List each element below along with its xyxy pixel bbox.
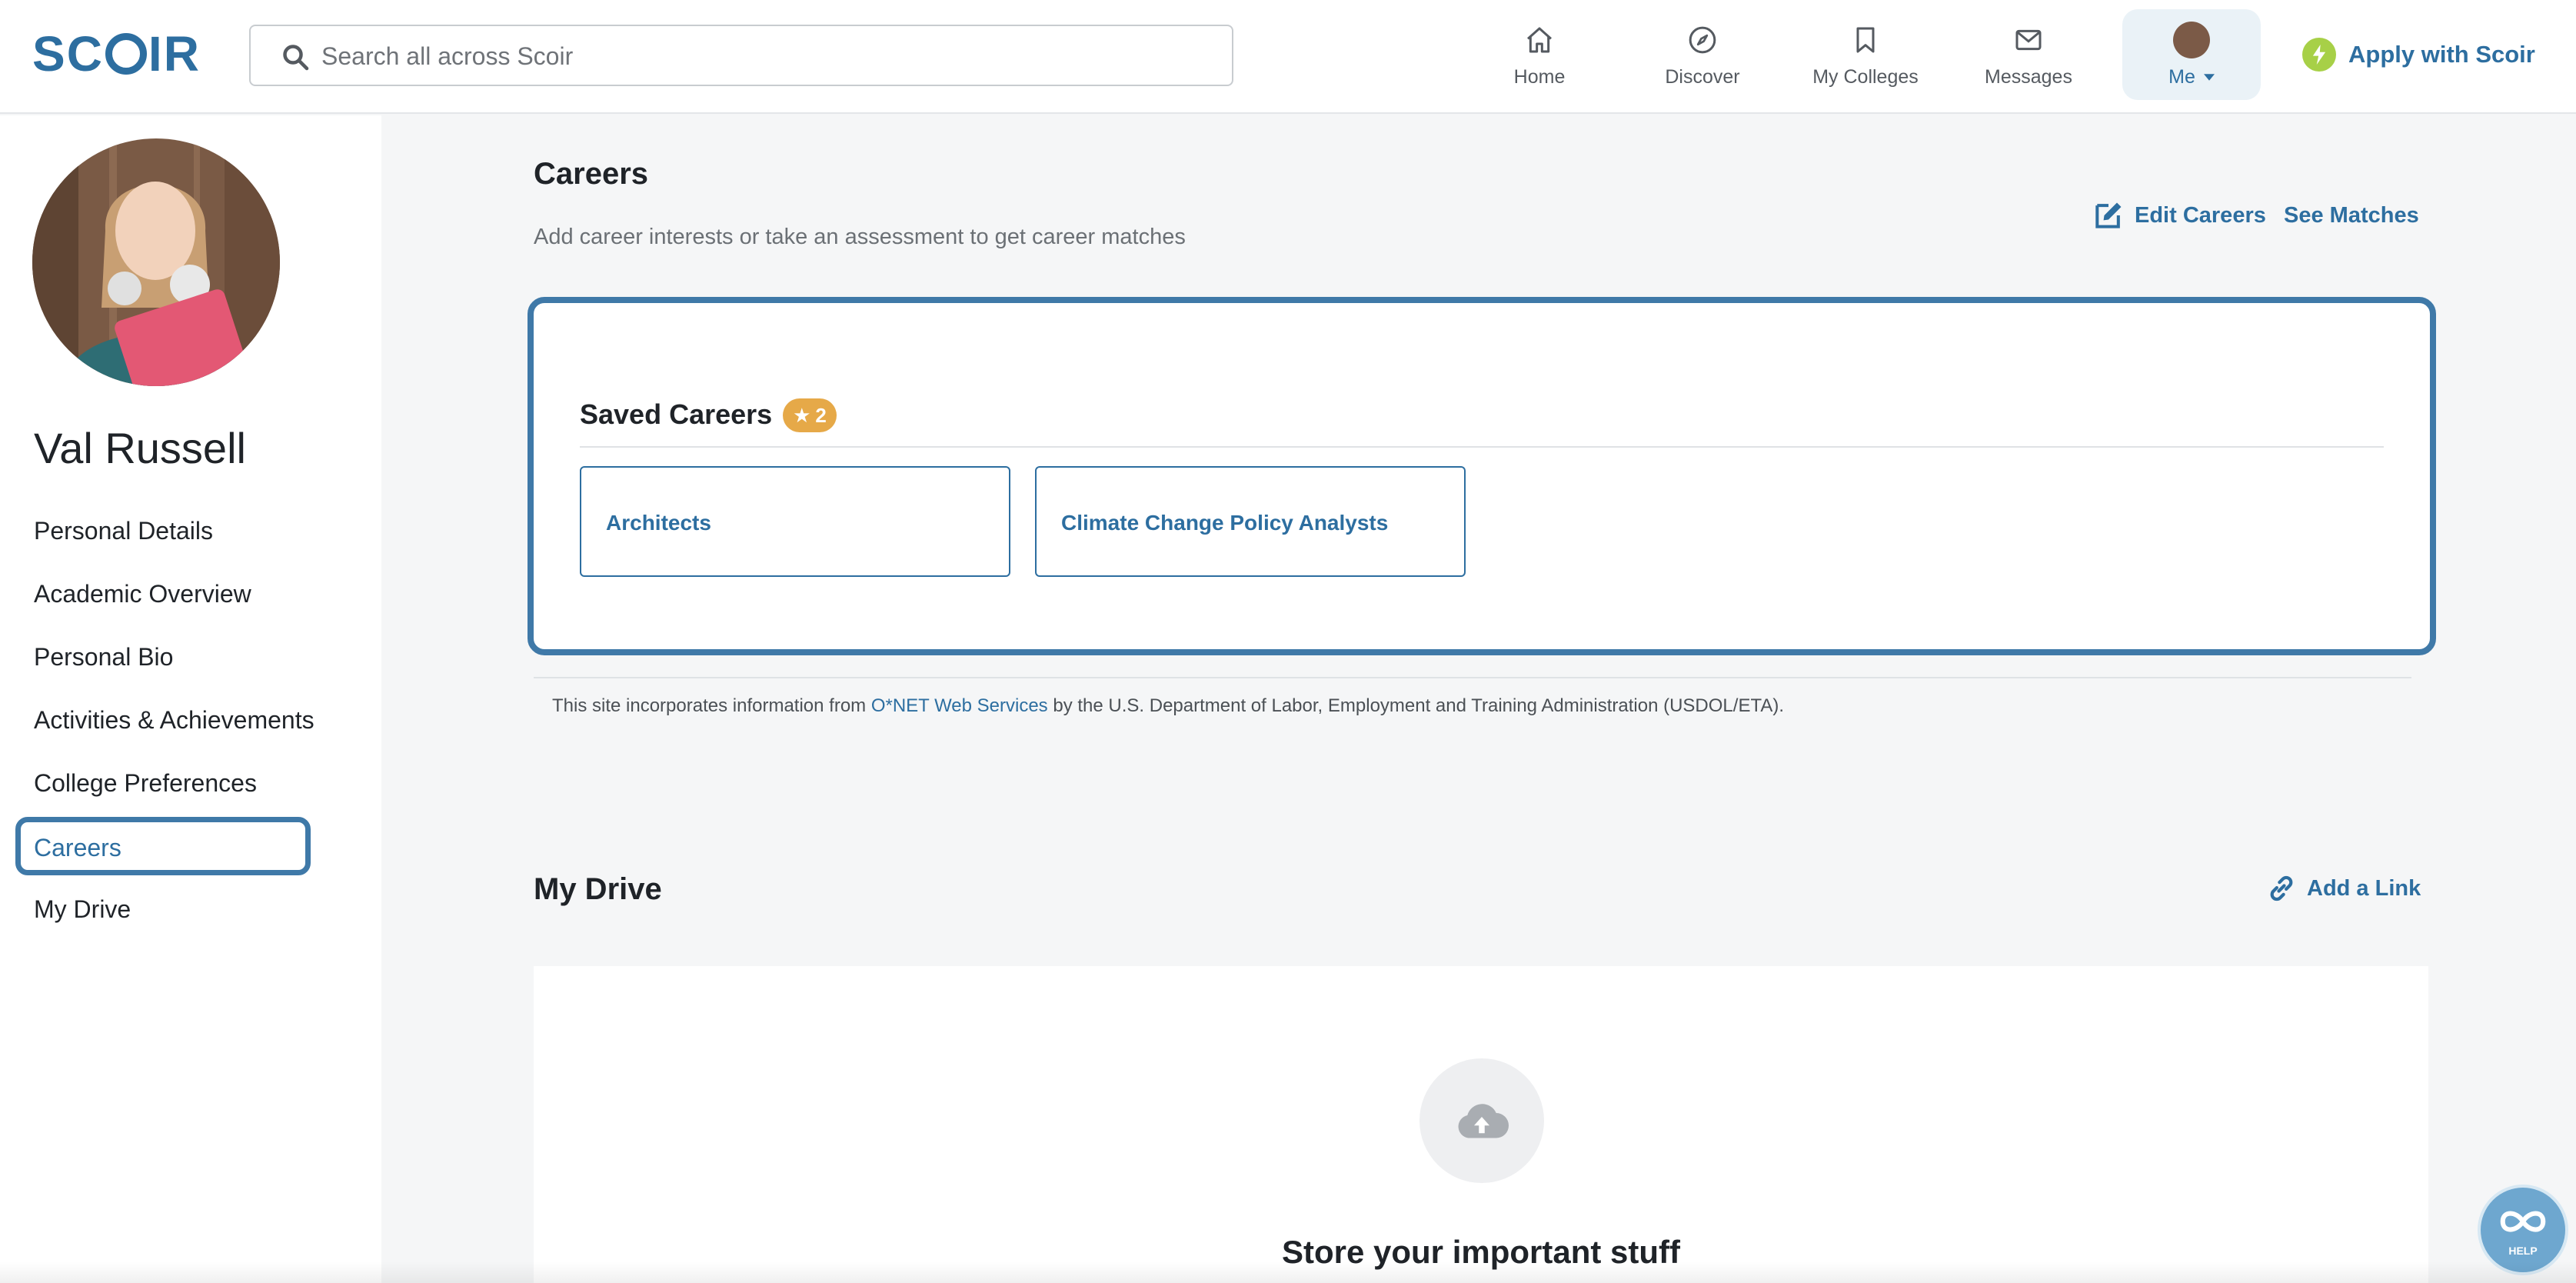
caret-down-icon (2203, 74, 2215, 81)
nav-my-colleges-label: My Colleges (1812, 66, 1919, 88)
cloud-upload-icon (1458, 1104, 1509, 1138)
careers-subtitle: Add career interests or take an assessme… (534, 225, 1186, 249)
career-tile-architects[interactable]: Architects (580, 466, 1010, 577)
see-matches-label: See Matches (2284, 202, 2419, 228)
infinity-icon (2500, 1211, 2546, 1232)
bookmark-icon (1856, 27, 1875, 53)
edit-icon (2095, 202, 2122, 228)
careers-title: Careers (534, 157, 649, 191)
envelope-icon (2015, 29, 2042, 51)
my-drive-title: My Drive (534, 872, 662, 906)
drive-empty-title: Store your important stuff (1281, 1234, 1680, 1270)
saved-count-badge: ★ 2 (783, 398, 837, 432)
nav-messages[interactable]: Messages (1959, 9, 2098, 100)
logo-ring (105, 33, 147, 75)
nav-me-label: Me (2122, 66, 2261, 88)
apply-with-scoir-button[interactable]: Apply with Scoir (2302, 35, 2535, 74)
attribution-text-pre: This site incorporates information from (552, 695, 871, 716)
sidebar-item-personal-details[interactable]: Personal Details (34, 517, 213, 545)
scoir-logo[interactable]: SC IR (32, 29, 201, 78)
logo-text: SC IR (32, 26, 201, 82)
profile-photo[interactable] (32, 138, 280, 386)
nav-home-label: Home (1513, 66, 1566, 88)
compass-icon (1689, 26, 1716, 54)
nav-me[interactable]: Me (2122, 9, 2261, 100)
sidebar-item-personal-bio[interactable]: Personal Bio (34, 643, 173, 671)
profile-sidebar: Val Russell Personal Details Academic Ov… (0, 115, 381, 1283)
apply-label: Apply with Scoir (2348, 41, 2535, 68)
saved-careers-title: Saved Careers (580, 398, 773, 430)
link-icon (2270, 875, 2293, 901)
help-button[interactable]: HELP (2478, 1185, 2568, 1275)
home-icon (1527, 27, 1552, 53)
career-tile-climate-policy[interactable]: Climate Change Policy Analysts (1035, 466, 1466, 577)
add-link-label: Add a Link (2307, 875, 2421, 901)
edit-careers-button[interactable]: Edit Careers (2092, 198, 2266, 232)
lightning-icon (2302, 38, 2336, 72)
divider (580, 446, 2384, 448)
divider (534, 677, 2411, 678)
search-input[interactable] (321, 37, 1206, 75)
search-icon (283, 45, 309, 71)
nav-home[interactable]: Home (1470, 9, 1609, 100)
sidebar-item-activities[interactable]: Activities & Achievements (34, 706, 315, 735)
avatar (2173, 22, 2210, 58)
star-icon: ★ (793, 403, 811, 427)
top-header: SCIR Home Discover My Colleges Message (0, 0, 2576, 114)
user-name: Val Russell (34, 424, 246, 472)
nav-messages-label: Messages (1985, 66, 2072, 88)
edit-careers-label: Edit Careers (2135, 202, 2266, 228)
search-bar[interactable] (249, 25, 1233, 86)
drive-empty-card: Store your important stuff (534, 966, 2428, 1283)
nav-discover-label: Discover (1665, 66, 1740, 88)
help-label: HELP (2508, 1245, 2538, 1257)
upload-area[interactable] (1419, 1058, 1544, 1183)
sidebar-item-careers[interactable]: Careers (15, 817, 311, 875)
see-matches-button[interactable]: See Matches (2284, 198, 2419, 232)
sidebar-item-my-drive[interactable]: My Drive (34, 895, 131, 924)
onet-attribution: This site incorporates information from … (552, 695, 1784, 717)
add-link-button[interactable]: Add a Link (2265, 872, 2421, 905)
attribution-text-post: by the U.S. Department of Labor, Employm… (1047, 695, 1785, 716)
saved-careers-card: Saved Careers ★ 2 Architects Climate Cha… (528, 297, 2436, 655)
sidebar-item-academic-overview[interactable]: Academic Overview (34, 580, 251, 608)
onet-link[interactable]: O*NET Web Services (871, 695, 1048, 716)
nav-my-colleges[interactable]: My Colleges (1796, 9, 1935, 100)
sidebar-item-college-preferences[interactable]: College Preferences (34, 769, 257, 798)
nav-discover[interactable]: Discover (1633, 9, 1772, 100)
saved-count: 2 (815, 403, 827, 427)
